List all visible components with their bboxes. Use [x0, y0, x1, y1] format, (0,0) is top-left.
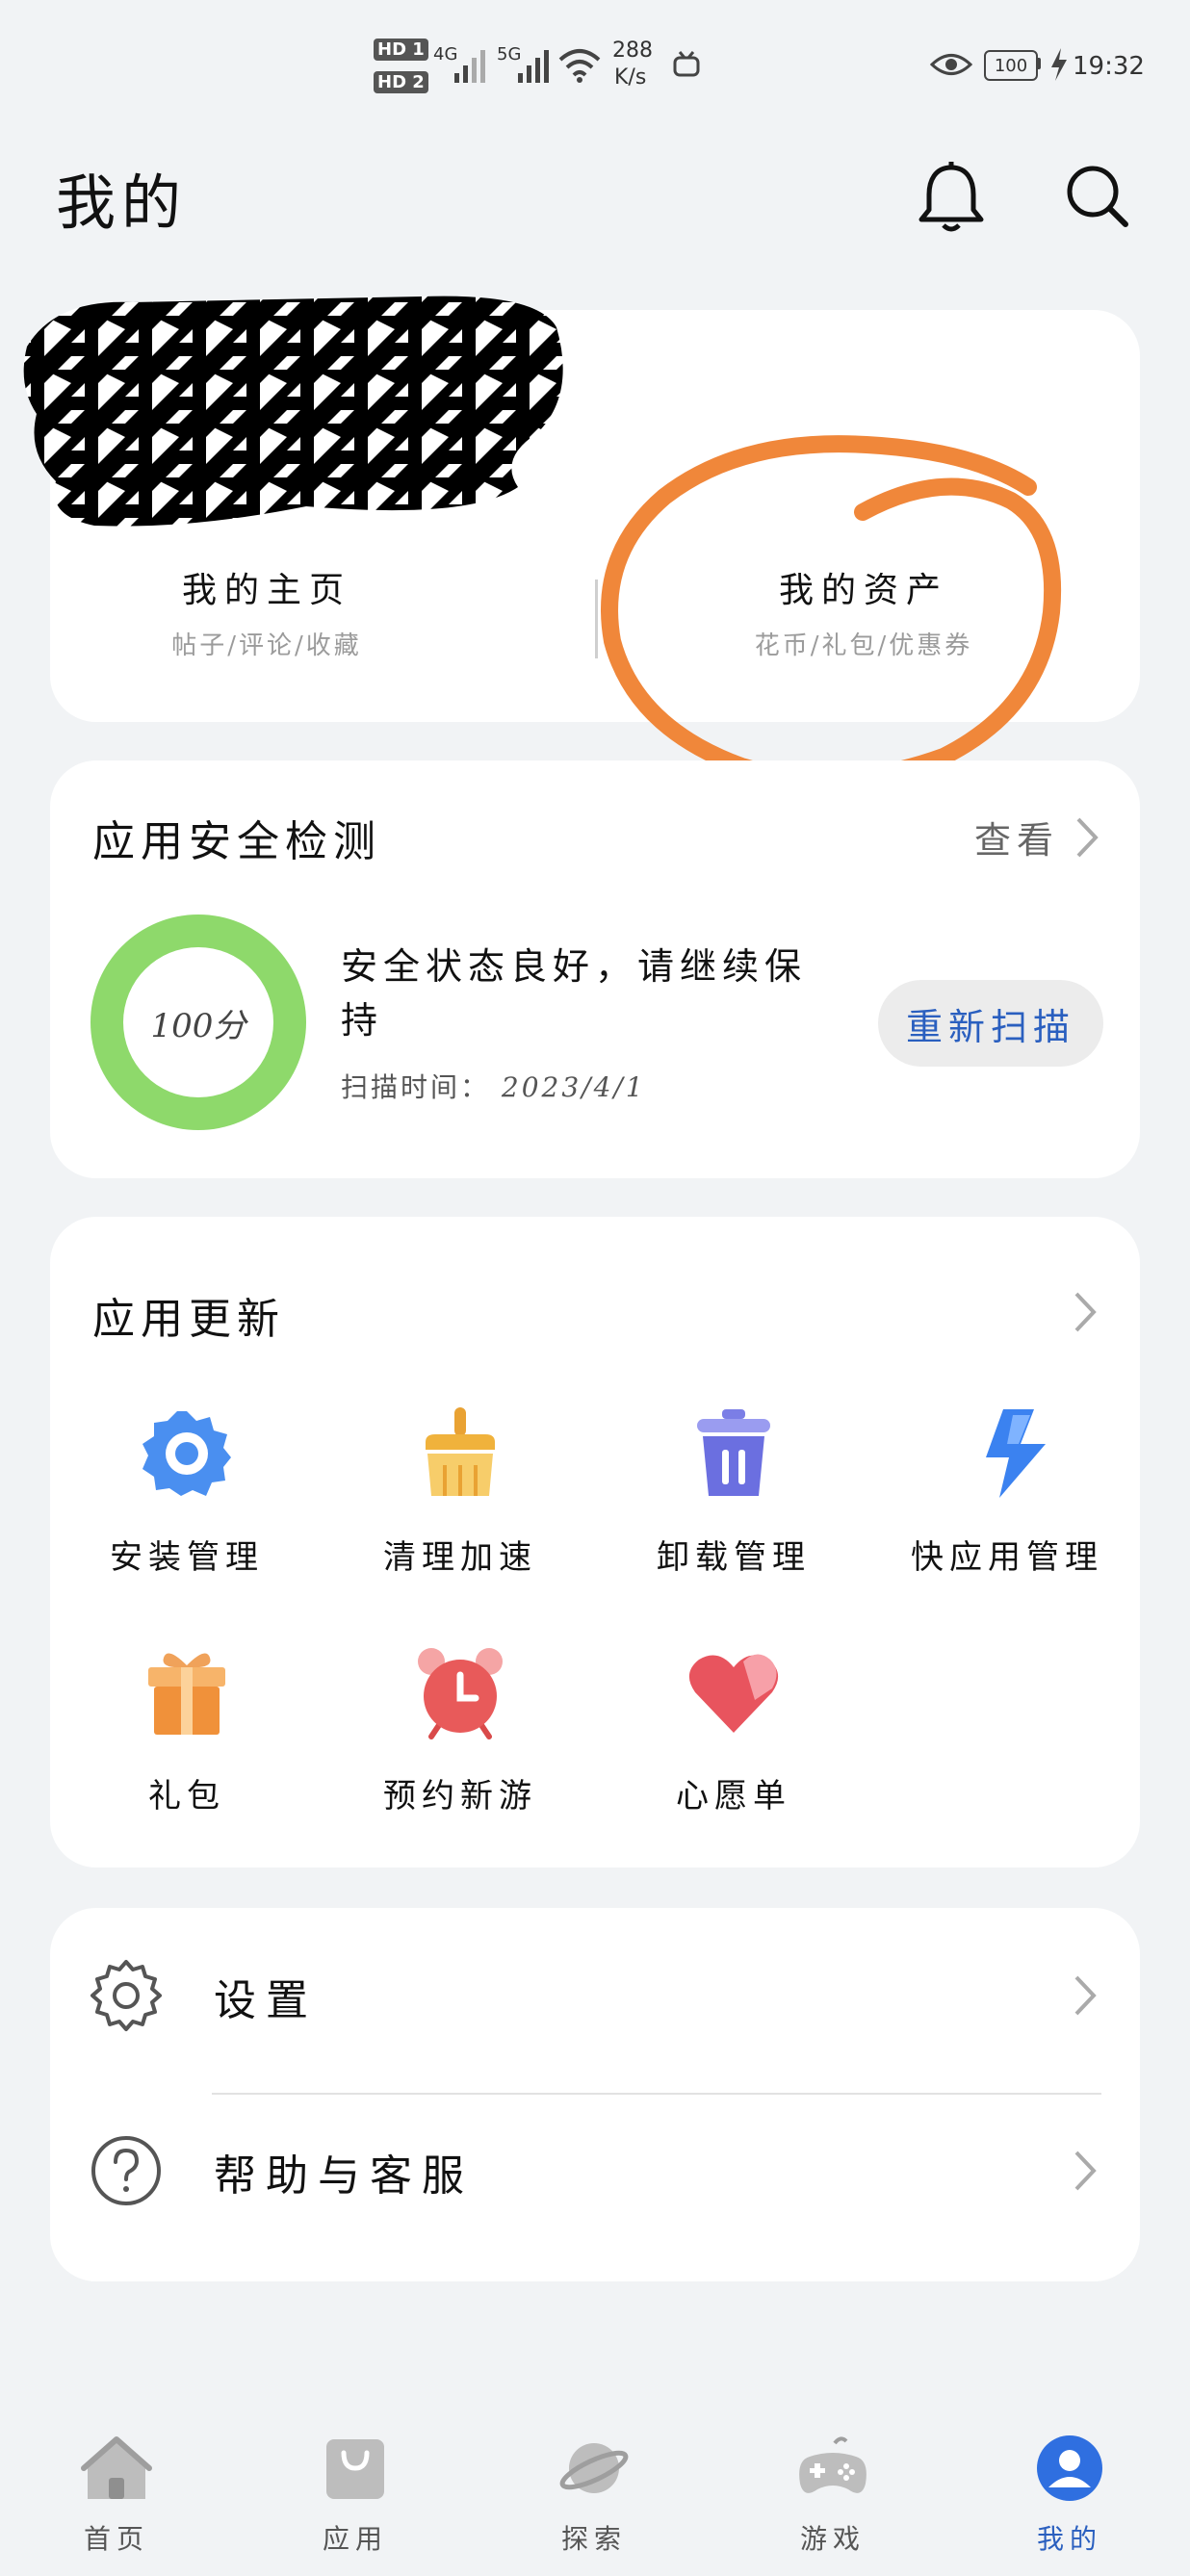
net-speed-value: 288	[612, 39, 653, 63]
settings-card: 设置 帮助与客服	[50, 1908, 1140, 2281]
nav-games-label: 游戏	[799, 2523, 866, 2555]
clean-speedup-item[interactable]: 清理加速	[323, 1405, 597, 1578]
nav-mine-label: 我的	[1036, 2523, 1102, 2555]
redacted-avatar-username	[23, 296, 563, 527]
my-homepage-title: 我的主页	[181, 571, 351, 610]
chevron-right-icon[interactable]	[1071, 1290, 1099, 1334]
security-view-label: 查看	[973, 819, 1059, 862]
scan-time-value: 2023/4/1	[501, 1071, 646, 1103]
chevron-right-icon	[1074, 1975, 1097, 2016]
charging-icon	[1051, 48, 1067, 81]
quick-app-manager-label: 快应用管理	[911, 1538, 1103, 1577]
clean-speedup-label: 清理加速	[383, 1538, 537, 1577]
wishlist-label: 心愿单	[676, 1777, 791, 1816]
profile-icon	[1037, 2435, 1102, 2501]
scan-time: 扫描时间： 2023/4/1	[341, 1067, 646, 1105]
nav-explore-label: 探索	[560, 2523, 627, 2555]
annotation-circle	[601, 435, 1062, 787]
wifi-icon	[558, 49, 601, 83]
page-title: 我的	[56, 167, 188, 238]
install-manager-label: 安装管理	[110, 1538, 264, 1577]
help-service-label: 帮助与客服	[214, 2151, 474, 2201]
sim1-badge: HD 1	[374, 39, 428, 61]
security-status-line1: 安全状态良好，请继续保	[341, 945, 808, 988]
security-score-label: 100分	[150, 1006, 246, 1045]
chevron-right-icon	[1076, 817, 1099, 857]
gift-icon	[148, 1653, 225, 1735]
reserve-game-item[interactable]: 预约新游	[323, 1644, 597, 1816]
gift-pack-item[interactable]: 礼包	[50, 1644, 323, 1816]
nav-apps[interactable]: 应用	[283, 2432, 427, 2557]
settings-row[interactable]: 设置	[50, 1908, 1140, 2081]
status-bar: HD 1 HD 2 4G 5G 288 K/s 100 19:32	[0, 0, 1190, 125]
uninstall-manager-label: 卸载管理	[657, 1538, 811, 1577]
settings-label: 设置	[214, 1976, 318, 2025]
signal-icon	[454, 50, 485, 83]
bell-icon	[918, 162, 984, 232]
clock: 19:32	[1073, 52, 1145, 81]
rescan-button[interactable]: 重新扫描	[878, 980, 1103, 1067]
nav-mine[interactable]: 我的	[997, 2432, 1142, 2557]
my-homepage-link[interactable]: 我的主页 帖子/评论/收藏	[50, 562, 483, 661]
wishlist-item[interactable]: 心愿单	[597, 1644, 870, 1816]
sim2-badge: HD 2	[374, 71, 428, 93]
battery-indicator: 100	[984, 50, 1038, 81]
notifications-button[interactable]	[913, 158, 990, 235]
alarm-clock-icon	[418, 1648, 503, 1739]
install-manager-item[interactable]: 安装管理	[50, 1405, 323, 1578]
lightning-icon	[986, 1409, 1046, 1498]
help-service-row[interactable]: 帮助与客服	[50, 2083, 1140, 2256]
bottom-nav: 首页 应用 探索 游戏 我的	[0, 2407, 1190, 2576]
nav-explore[interactable]: 探索	[522, 2432, 666, 2557]
reserve-game-label: 预约新游	[383, 1777, 537, 1816]
nav-home-label: 首页	[83, 2523, 149, 2555]
security-check-card: 应用安全检测 查看 100分 安全状态良好，请继续保 持 扫描时间： 2023/…	[50, 760, 1140, 1178]
quick-app-manager-item[interactable]: 快应用管理	[870, 1405, 1144, 1578]
security-status-line2: 持	[341, 999, 384, 1042]
nav-games[interactable]: 游戏	[761, 2432, 905, 2557]
search-icon	[1067, 166, 1128, 227]
broom-icon	[426, 1407, 495, 1496]
uninstall-manager-item[interactable]: 卸载管理	[597, 1405, 870, 1578]
planet-icon	[559, 2443, 629, 2493]
chevron-right-icon	[1074, 2151, 1097, 2191]
install-gear-icon	[142, 1411, 231, 1496]
scan-time-label: 扫描时间：	[341, 1071, 491, 1103]
trash-icon	[697, 1409, 770, 1496]
bag-icon	[326, 2439, 384, 2499]
my-homepage-subtitle: 帖子/评论/收藏	[171, 631, 362, 660]
gamepad-icon	[799, 2436, 867, 2493]
search-button[interactable]	[1059, 158, 1136, 235]
gift-pack-label: 礼包	[148, 1777, 225, 1816]
home-icon	[81, 2436, 152, 2499]
nav-apps-label: 应用	[322, 2523, 388, 2555]
eye-icon	[930, 54, 972, 75]
app-updates-card: 应用更新 安装管理 清理加速 卸载管理 快应用管理 礼包 预约新游 心愿单	[50, 1217, 1140, 1868]
security-status-text: 安全状态良好，请继续保 持	[341, 940, 841, 1047]
security-view-link[interactable]: 查看	[974, 811, 1101, 863]
tv-icon	[673, 51, 700, 77]
heart-icon	[688, 1654, 779, 1733]
gear-icon	[91, 1960, 162, 2031]
net-speed-unit: K/s	[614, 65, 647, 90]
signal-icon-2	[518, 50, 549, 83]
app-updates-title[interactable]: 应用更新	[92, 1284, 285, 1346]
nav-home[interactable]: 首页	[44, 2432, 189, 2557]
help-icon	[91, 2136, 161, 2205]
battery-tip	[1036, 58, 1041, 69]
security-check-title: 应用安全检测	[92, 817, 381, 866]
